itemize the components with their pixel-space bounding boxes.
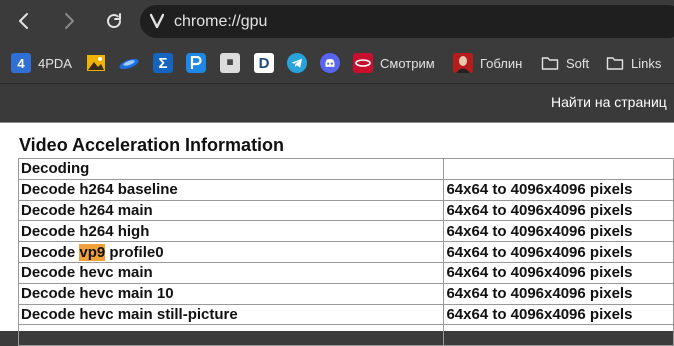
feature-value: 64x64 to 4096x4096 pixels <box>443 220 674 243</box>
feature-cell: Decoding <box>17 158 445 180</box>
bookmark-folder-soft[interactable]: Soft <box>541 53 589 73</box>
video-acceleration-table: Decoding Decode h264 baseline 64x64 to 409… <box>17 158 674 346</box>
vivaldi-icon <box>150 13 164 29</box>
table-row: Decode hevc main 64x64 to 4096x4096 pixel… <box>17 261 674 284</box>
table-row: Decode h264 baseline 64x64 to 4096x4096 p… <box>17 178 674 201</box>
bookmark-folder-links[interactable]: Links <box>606 53 661 73</box>
feature-value <box>443 324 674 346</box>
bookmark-sigma[interactable]: Σ <box>153 53 173 73</box>
feature-value: 64x64 to 4096x4096 pixels <box>443 282 674 305</box>
find-in-page-bar: Найти на страниц <box>0 84 674 122</box>
bookmark-label: Смотрим <box>380 55 435 71</box>
goblin-icon <box>453 53 473 73</box>
feature-cell: Decode vp9 profile0 <box>17 241 445 263</box>
feature-value: 64x64 to 4096x4096 pixels <box>443 241 674 263</box>
bookmark-d[interactable]: D <box>254 53 274 73</box>
search-highlight: vp9 <box>79 243 106 261</box>
feature-name: Decode h264 main <box>21 201 153 219</box>
bookmark-p[interactable] <box>186 53 206 73</box>
feature-name: Decode <box>21 243 80 261</box>
back-button[interactable] <box>9 6 39 36</box>
feature-cell: Decode h264 baseline <box>17 178 445 201</box>
forward-button[interactable] <box>54 6 84 36</box>
bookmark-discord[interactable] <box>320 53 340 73</box>
image-icon <box>87 55 105 71</box>
bookmark-label: Soft <box>566 55 590 71</box>
smotrim-icon <box>353 53 373 73</box>
table-row: Decode h264 main 64x64 to 4096x4096 pixel… <box>17 199 674 222</box>
bookmark-label: Links <box>631 55 662 71</box>
address-bar[interactable]: chrome://gpu <box>140 5 674 38</box>
table-row: Decode hevc main still-picture 64x64 to 4… <box>17 303 674 326</box>
feature-cell: Decode hevc main still-picture <box>17 303 445 326</box>
d-icon: D <box>254 53 274 73</box>
bookmark-goblin[interactable]: Гоблин <box>453 53 522 73</box>
feature-value: 64x64 to 4096x4096 pixels <box>443 199 674 222</box>
bookmarks-bar: 4 4PDA Σ ▦ D Смотрим Гоблин Soft Links <box>0 43 674 84</box>
feature-name: Decoding <box>21 160 90 178</box>
browser-toolbar: chrome://gpu <box>0 0 674 43</box>
arrow-left-icon <box>19 13 28 29</box>
url-text[interactable]: chrome://gpu <box>174 13 267 31</box>
bookmark-site[interactable]: ▦ <box>220 53 240 73</box>
feature-name-suffix: profile0 <box>105 243 164 261</box>
telegram-icon <box>287 53 307 73</box>
page-content: Video Acceleration Information Decoding D… <box>0 122 674 346</box>
feature-name: Decode h264 high <box>21 222 150 240</box>
find-in-page-input[interactable]: Найти на страниц <box>551 94 667 110</box>
bookmark-image[interactable] <box>86 53 106 73</box>
sigma-icon: Σ <box>153 53 173 73</box>
bookmark-smotrim[interactable]: Смотрим <box>353 53 435 73</box>
feature-cell: Decode h264 high <box>17 220 445 243</box>
table-row: Decoding <box>17 158 674 180</box>
bookmark-telegram[interactable] <box>287 53 307 73</box>
reload-icon <box>107 13 122 29</box>
feature-name: Decode hevc main 10 <box>21 285 174 303</box>
feature-value: 64x64 to 4096x4096 pixels <box>443 303 674 326</box>
feature-name: Decode hevc main <box>21 264 153 282</box>
arrow-right-icon <box>65 13 74 29</box>
table-row: Decode hevc main 10 64x64 to 4096x4096 pi… <box>17 282 674 305</box>
bookmark-4pda[interactable]: 4 4PDA <box>11 53 72 73</box>
table-row <box>17 324 674 346</box>
discord-icon <box>320 53 340 73</box>
bookmark-label: Гоблин <box>480 55 523 71</box>
feature-cell <box>17 324 445 346</box>
table-row: Decode h264 high 64x64 to 4096x4096 pixel… <box>17 220 674 243</box>
feature-value: 64x64 to 4096x4096 pixels <box>443 178 674 201</box>
reload-button[interactable] <box>99 6 129 36</box>
bookmark-label: 4PDA <box>38 55 72 71</box>
4pda-icon: 4 <box>11 53 31 73</box>
table-row: Decode vp9 profile0 64x64 to 4096x4096 pi… <box>17 241 674 263</box>
feature-value <box>443 158 674 180</box>
section-title: Video Acceleration Information <box>19 135 285 155</box>
planet-icon <box>119 58 139 70</box>
feature-value: 64x64 to 4096x4096 pixels <box>443 261 674 284</box>
feature-name: Decode hevc main still-picture <box>21 305 238 323</box>
bookmark-planet[interactable] <box>118 53 140 73</box>
feature-name: Decode h264 baseline <box>21 181 178 199</box>
site-icon: ▦ <box>220 53 240 73</box>
feature-cell: Decode hevc main <box>17 261 445 284</box>
folder-icon <box>541 57 559 70</box>
feature-cell: Decode hevc main 10 <box>17 282 445 305</box>
folder-icon <box>606 57 624 70</box>
p-icon <box>186 53 206 73</box>
feature-cell: Decode h264 main <box>17 199 445 222</box>
